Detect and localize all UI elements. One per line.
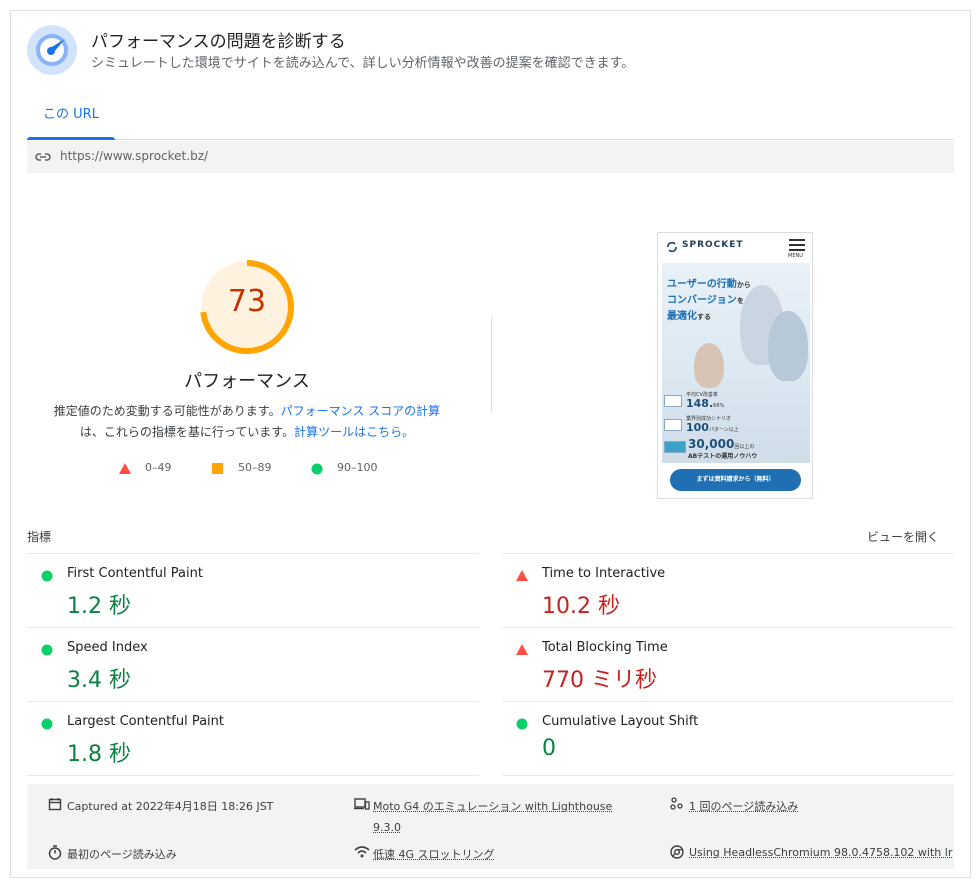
score-calculation-link[interactable]: パフォーマンス スコアの計算 [281,404,441,418]
thumbnail-cta-button: まずは資料請求から（無料） [670,469,801,491]
thumbnail-stat1-suffix: 66% [713,403,725,409]
metric-name: Speed Index [67,640,148,655]
metrics-title: 指標 [27,530,52,544]
hamburger-icon [789,239,805,254]
network-throttling[interactable]: 低速 4G スロットリング [373,846,495,862]
pass-circle-icon [41,644,53,656]
report-card: パフォーマンスの問題を診断する シミュレートした環境でサイトを読み込んで、詳しい… [10,10,971,878]
thumbnail-photo-3 [694,343,724,388]
lighthouse-version[interactable]: 9.3.0 [373,821,401,834]
metric-value: 3.4 秒 [67,668,131,693]
thumbnail-headline-3b: する [697,313,711,321]
footer-device-version: 9.3.0 [373,821,401,834]
browser-version[interactable]: Using HeadlessChromium 98.0.4758.102 wit… [689,846,952,859]
metric-cumulative-layout-shift: Cumulative Layout Shift 0 [502,701,954,775]
chart-icon [664,395,682,407]
score-description: 推定値のため変動する可能性があります。パフォーマンス スコアの計算 は、これらの… [47,401,447,443]
link-icon [35,153,51,161]
section-divider [491,317,492,413]
page-screenshot-thumbnail: SPROCKET MENU ユーザーの行動から コンバージョンを 最適化する 平… [657,232,813,499]
thumbnail-stat1-number: 148. [686,397,714,410]
metric-divider [27,775,479,776]
signal-icon [354,846,370,858]
sprocket-logo-icon [667,242,677,252]
metric-name: Cumulative Layout Shift [542,714,699,729]
metric-name: Time to Interactive [542,566,666,581]
nodes-icon [670,797,683,810]
metric-value: 0 [542,736,556,761]
captured-time: Captured at 2022年4月18日 18:26 JST [67,800,274,813]
metric-value: 770 ミリ秒 [542,668,657,693]
thumbnail-brand: SPROCKET [682,240,744,250]
page-loads-count[interactable]: 1 回のページ読み込み [689,798,798,814]
triangle-icon [119,463,131,474]
device-emulation[interactable]: Moto G4 のエミュレーション with Lighthouse [373,798,612,814]
pass-circle-icon [41,570,53,582]
thumbnail-headline-2b: を [736,297,744,305]
metric-divider [502,775,954,776]
pass-circle-icon [516,718,528,730]
metric-total-blocking-time: Total Blocking Time 770 ミリ秒 [502,627,954,701]
thumbnail-stat3-number: 30,000 [688,437,735,451]
tab-divider [27,139,954,140]
metric-name: Largest Contentful Paint [67,714,225,729]
expand-view-toggle[interactable]: ビューを開く [867,528,939,545]
legend-label-average: 50–89 [238,461,272,474]
legend-label-pass: 90–100 [337,461,378,474]
scenario-icon [664,419,682,431]
metric-first-contentful-paint: First Contentful Paint 1.2 秒 [27,553,479,627]
performance-score: 73 [227,284,267,319]
chrome-icon [670,845,684,859]
thumbnail-stat3-label: ABテストの運用ノウハウ [688,453,758,460]
performance-label: パフォーマンス [184,371,310,392]
page-title: パフォーマンスの問題を診断する [91,32,346,52]
thumbnail-stat3-suffix: 回以上の [734,444,755,450]
speedometer-icon [27,25,77,75]
page-subtitle: シミュレートした環境でサイトを読み込んで、詳しい分析情報や改善の提案を確認できま… [91,56,635,71]
calendar-icon [48,798,62,811]
score-description-prefix: 推定値のため変動する可能性があります。 [53,404,281,418]
runtime-settings-footer: Captured at 2022年4月18日 18:26 JST Moto G4… [27,784,954,869]
square-icon [212,463,223,474]
pass-circle-icon [41,718,53,730]
devices-icon [354,798,370,810]
thumbnail-stat2-value: 100パターン以上 [686,421,739,434]
thumbnail-headline-2a: コンバージョン [667,295,737,306]
thumbnail-stat3-value: 30,000回以上の [688,437,754,451]
fail-triangle-icon [516,644,528,655]
thumbnail-stat2-suffix: パターン以上 [708,427,739,433]
thumbnail-headline-3a: 最適化 [667,311,697,322]
tab-this-url[interactable]: この URL [27,104,115,140]
url-bar: https://www.sprocket.bz/ [27,141,954,173]
metric-value: 1.2 秒 [67,594,131,619]
thumbnail-menu-label: MENU [788,253,803,259]
abtest-icon [664,441,686,453]
score-description-middle: は、これらの指標を基に行っています。 [79,425,295,439]
metric-time-to-interactive: Time to Interactive 10.2 秒 [502,553,954,627]
thumbnail-headline-1a: ユーザーの行動 [667,279,737,290]
thumbnail-headline-1b: から [736,281,751,289]
metric-largest-contentful-paint: Largest Contentful Paint 1.8 秒 [27,701,479,775]
legend-label-fail: 0–49 [145,461,172,474]
thumbnail-photo-2 [768,311,808,381]
metric-speed-index: Speed Index 3.4 秒 [27,627,479,701]
metric-name: Total Blocking Time [542,640,668,655]
tab-active-indicator [27,137,115,140]
url-text: https://www.sprocket.bz/ [60,149,209,163]
metric-value: 1.8 秒 [67,742,131,767]
calculator-link[interactable]: 計算ツールはこちら。 [294,425,414,439]
thumbnail-stat1-value: 148.66% [686,397,724,410]
thumbnail-headline: ユーザーの行動から コンバージョンを 最適化する [667,277,751,325]
metric-name: First Contentful Paint [67,566,203,581]
initial-load-text: 最初のページ読み込み [67,848,177,861]
thumbnail-stat2-number: 100 [686,421,709,434]
metric-value: 10.2 秒 [542,594,620,619]
circle-icon [311,463,323,475]
fail-triangle-icon [516,570,528,581]
timer-icon [48,845,62,860]
